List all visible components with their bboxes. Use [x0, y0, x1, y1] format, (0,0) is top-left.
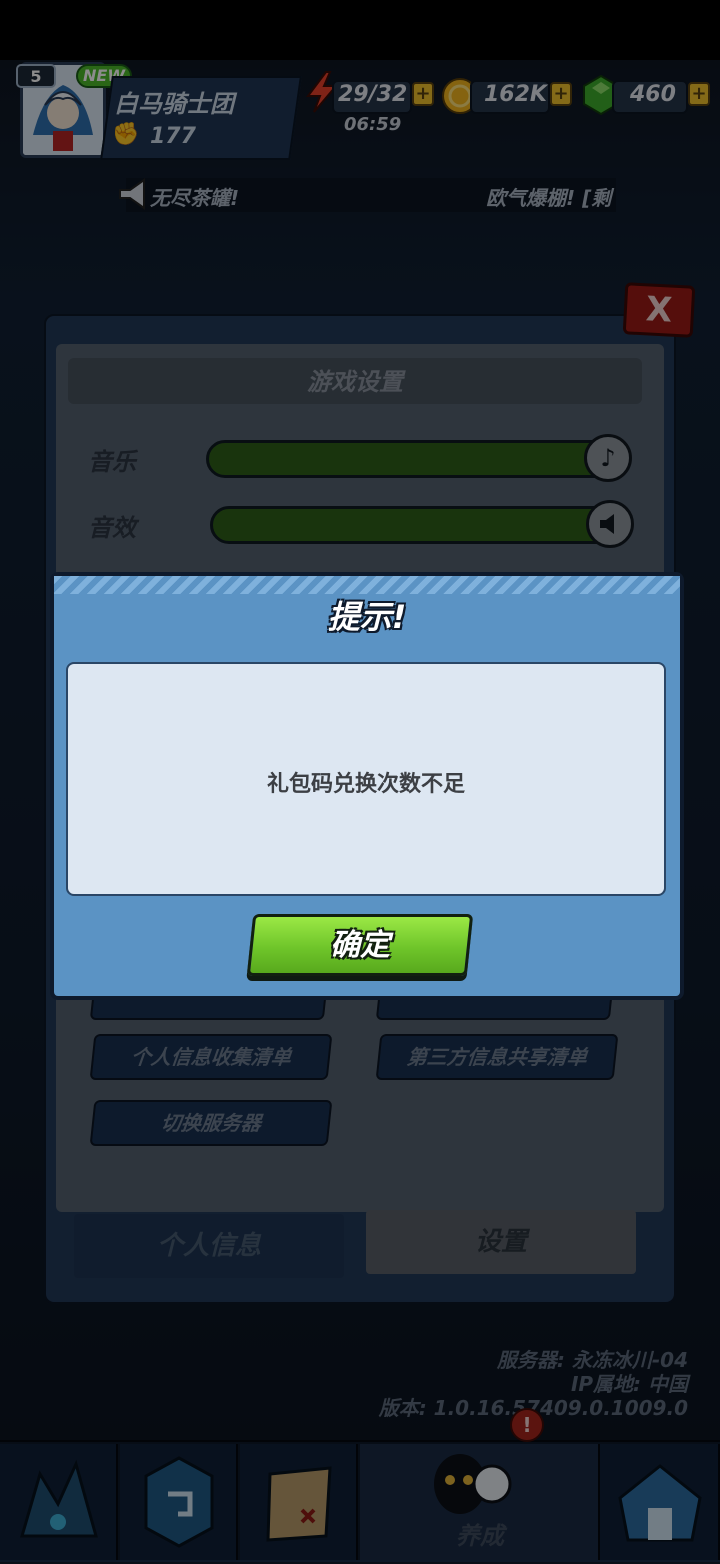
dialog-title: 提示!: [327, 598, 407, 636]
dialog-message: 礼包码兑换次数不足: [266, 772, 465, 797]
confirm-button-label: 确定: [330, 928, 390, 963]
